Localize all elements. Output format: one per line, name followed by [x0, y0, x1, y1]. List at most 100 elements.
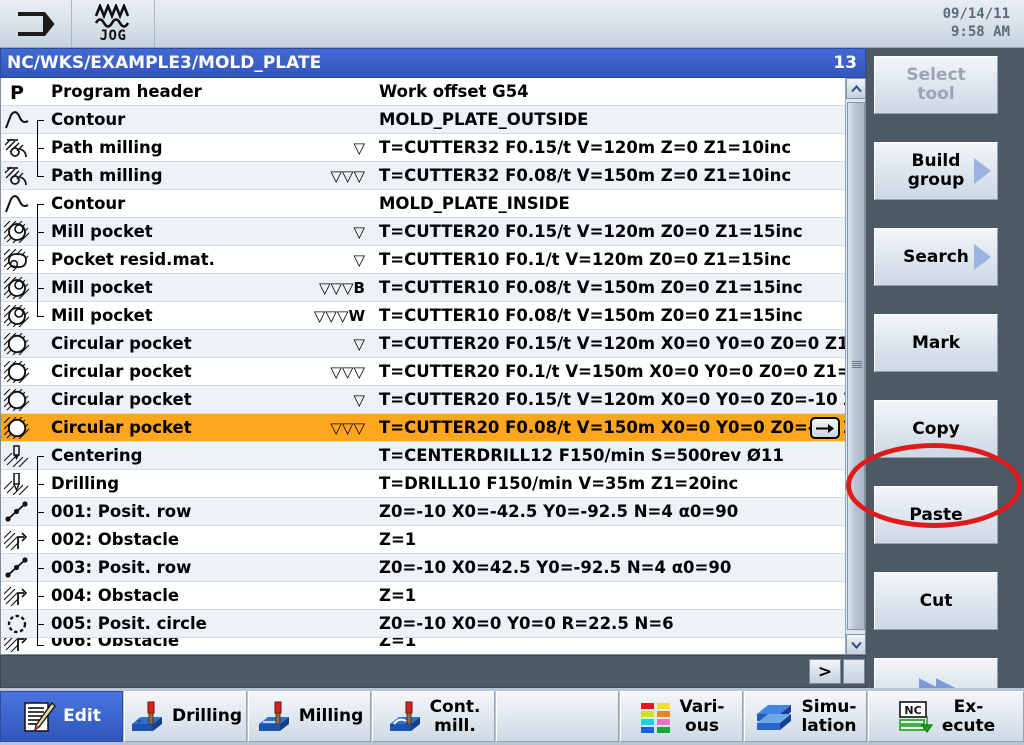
row-parameters: Work offset G54 — [379, 82, 529, 101]
row-parameters: MOLD_PLATE_OUTSIDE — [379, 110, 589, 129]
tab-various[interactable]: Vari- ous — [620, 691, 743, 742]
tree-connector — [33, 217, 45, 246]
nc-execute-icon: NC — [897, 700, 935, 734]
softkey-label: Copy — [912, 418, 960, 439]
row-parameters: T=CUTTER10 F0.08/t V=150m Z0=0 Z1=15inc — [379, 278, 803, 297]
row-quality-marks — [303, 638, 371, 652]
table-row[interactable]: Drilling T=DRILL10 F150/min V=35m Z1=20in… — [1, 469, 846, 498]
tab-milling[interactable]: Milling — [248, 691, 371, 742]
simulation-block-icon — [754, 700, 794, 734]
mill-pocket-icon — [1, 274, 33, 302]
table-row[interactable]: Circular pocket ▽ T=CUTTER20 F0.15/t V=120… — [1, 386, 865, 414]
softkey-label: Mark — [911, 332, 961, 353]
row-parameters: Z=1 — [379, 586, 417, 605]
position-row-icon — [1, 498, 33, 526]
table-row[interactable]: 003: Posit. row Z0=-10 X0=42.5 Y0=-92.5 N… — [1, 553, 846, 582]
table-row[interactable]: Path milling ▽ T=CUTTER32 F0.15/t V=120m Z… — [1, 133, 846, 162]
table-row[interactable]: Mill pocket ▽ T=CUTTER20 F0.15/t V=120m Z0… — [1, 217, 846, 246]
softkey-copy[interactable]: Copy — [874, 400, 998, 458]
tab-drilling[interactable]: Drilling — [124, 691, 247, 742]
row-operation-name: Mill pocket — [51, 306, 153, 325]
table-row[interactable]: P Program header Work offset G54 — [1, 78, 846, 106]
tree-connector — [33, 469, 45, 498]
table-row[interactable]: Pocket resid.mat. ▽ T=CUTTER10 F0.1/t V=12… — [1, 245, 846, 274]
vertical-scrollbar[interactable] — [845, 78, 865, 654]
table-row[interactable]: 002: Obstacle Z=1 — [1, 525, 846, 554]
scroll-right-button[interactable]: > — [809, 659, 841, 684]
tree-connector — [33, 609, 45, 638]
row-operation-name: 003: Posit. row — [51, 558, 192, 577]
row-operation-name: Path milling — [51, 166, 163, 185]
row-operation-name: Centering — [51, 446, 143, 465]
operating-mode-jog[interactable]: JOG — [72, 0, 155, 47]
softkey-label: Build group — [907, 151, 965, 190]
row-operation-name: 004: Obstacle — [51, 586, 180, 605]
table-row[interactable]: 006: Obstacle Z=1 — [1, 638, 846, 652]
row-operation-name: 001: Posit. row — [51, 502, 192, 521]
softkey-build-group[interactable]: Build group — [874, 142, 998, 200]
tab-edit[interactable]: Edit — [0, 691, 123, 742]
tree-connector — [33, 106, 45, 134]
scroll-down-button[interactable] — [846, 634, 865, 654]
row-quality-marks: ▽ — [353, 390, 365, 409]
tree-connector — [33, 330, 45, 358]
tree-connector — [33, 190, 45, 218]
table-row[interactable]: Centering T=CENTERDRILL12 F150/min S=500r… — [1, 442, 846, 470]
row-quality-marks: ▽ — [353, 334, 365, 353]
table-row[interactable]: Path milling ▽▽▽ T=CUTTER32 F0.08/t V=150m… — [1, 161, 846, 190]
row-operation-name: Circular pocket — [51, 418, 192, 437]
softkey-cut[interactable]: Cut — [874, 572, 998, 630]
channel-indicator[interactable] — [0, 0, 72, 47]
softkey-paste[interactable]: Paste — [874, 486, 998, 544]
table-row[interactable]: Contour MOLD_PLATE_INSIDE — [1, 190, 846, 218]
tree-connector — [33, 638, 45, 652]
arrow-right-icon[interactable] — [810, 417, 840, 439]
table-row[interactable]: Circular pocket ▽▽▽ T=CUTTER20 F0.08/t V=1… — [1, 414, 865, 442]
pocket-residual-icon — [1, 246, 33, 274]
row-quality-marks: ▽▽▽ — [330, 362, 365, 381]
scrollbar-grip — [852, 361, 862, 368]
table-row[interactable]: 005: Posit. circle Z0=-10 X0=0 Y0=0 R=22.… — [1, 609, 846, 638]
table-row[interactable]: Circular pocket ▽ T=CUTTER20 F0.15/t V=120… — [1, 330, 865, 358]
circular-pocket-icon — [1, 414, 33, 442]
program-path-titlebar: NC/WKS/EXAMPLE3/MOLD_PLATE 13 — [0, 48, 866, 78]
table-row[interactable]: Mill pocket ▽▽▽B T=CUTTER10 F0.08/t V=150m… — [1, 273, 846, 302]
row-operation-name: Contour — [51, 110, 126, 129]
tree-connector — [33, 245, 45, 274]
row-operation-name: Contour — [51, 194, 126, 213]
tab-execute[interactable]: NC Ex- ecute — [868, 691, 1024, 742]
softkey-search[interactable]: Search — [874, 228, 998, 286]
row-parameters: Z0=-10 X0=42.5 Y0=-92.5 N=4 α0=90 — [379, 558, 732, 577]
program-block-list[interactable]: P Program header Work offset G54 Contour MOL… — [0, 78, 866, 655]
position-circle-icon — [1, 610, 33, 638]
position-row-icon — [1, 554, 33, 582]
tab-label: Milling — [298, 706, 364, 726]
tree-connector — [33, 525, 45, 554]
scrollbar-thumb[interactable] — [847, 102, 865, 630]
scroll-corner — [843, 659, 865, 684]
svg-text:P: P — [10, 82, 24, 103]
edit-document-icon — [22, 700, 56, 734]
table-row[interactable]: Circular pocket ▽▽▽ T=CUTTER20 F0.1/t V=15… — [1, 358, 865, 386]
table-row[interactable]: Contour MOLD_PLATE_OUTSIDE — [1, 106, 846, 134]
row-parameters: Z0=-10 X0=-42.5 Y0=-92.5 N=4 α0=90 — [379, 502, 739, 521]
row-parameters: T=CUTTER32 F0.08/t V=150m Z=0 Z1=10inc — [379, 166, 792, 185]
horizontal-softkey-bar: Edit Drilling Milling Cont. mill. Vari- ous S… — [0, 688, 1024, 745]
circular-pocket-icon — [1, 330, 33, 358]
table-row[interactable]: 004: Obstacle Z=1 — [1, 581, 846, 610]
row-operation-name: 005: Posit. circle — [51, 614, 207, 633]
row-parameters: T=CENTERDRILL12 F150/min S=500rev Ø11 — [379, 446, 784, 465]
contour-mill-icon — [387, 700, 423, 734]
drilling-icon — [1, 470, 33, 498]
row-quality-marks: ▽ — [353, 222, 365, 241]
scroll-up-button[interactable] — [846, 78, 865, 99]
tab-contour-mill[interactable]: Cont. mill. — [372, 691, 495, 742]
horizontal-scroll-strip[interactable]: > — [0, 655, 866, 688]
table-row[interactable]: Mill pocket ▽▽▽W T=CUTTER10 F0.08/t V=150m… — [1, 301, 846, 330]
tab-simulation[interactable]: Simu- lation — [744, 691, 867, 742]
tab-empty-slot[interactable] — [496, 691, 619, 742]
tree-connector — [33, 78, 45, 106]
softkey-mark[interactable]: Mark — [874, 314, 998, 372]
table-row[interactable]: 001: Posit. row Z0=-10 X0=-42.5 Y0=-92.5 … — [1, 497, 846, 526]
row-parameters: T=CUTTER20 F0.08/t V=150m X0=0 Y0=0 Z0=-… — [379, 418, 866, 437]
